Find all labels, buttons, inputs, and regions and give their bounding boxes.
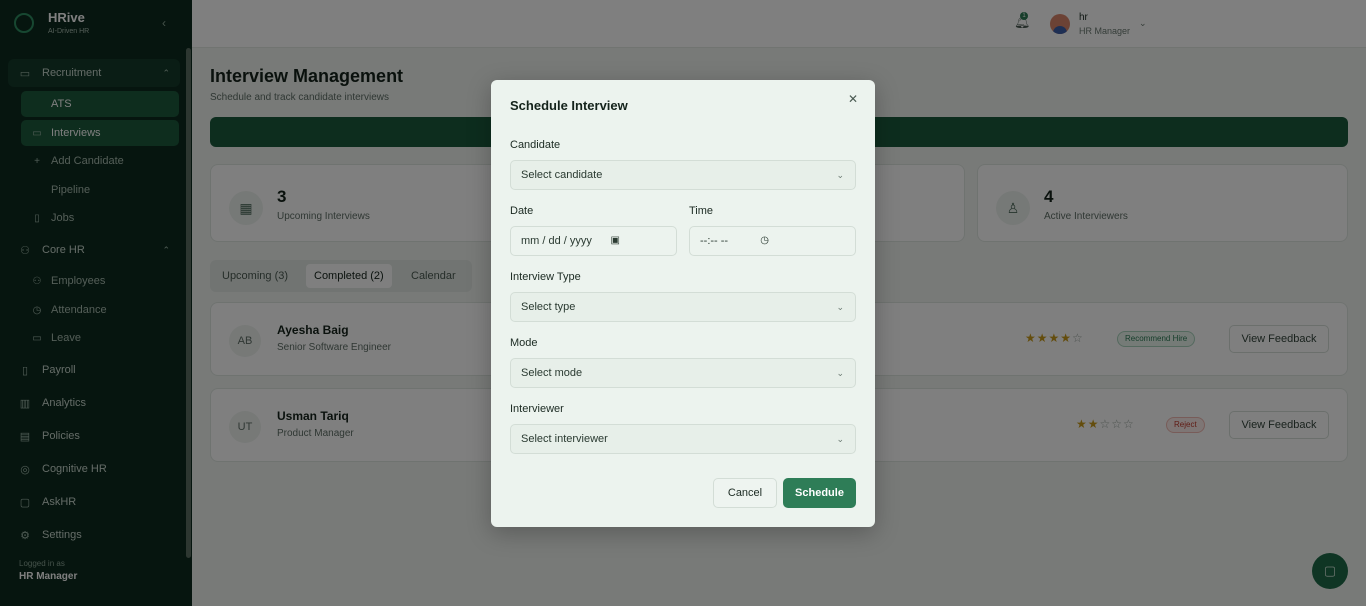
schedule-button[interactable]: Schedule: [783, 478, 856, 508]
close-icon[interactable]: ✕: [848, 92, 858, 106]
chevron-down-icon: ⌄: [836, 368, 844, 378]
dialog-title: Schedule Interview: [510, 98, 628, 113]
mode-select[interactable]: Select mode ⌄: [510, 358, 856, 388]
time-input-value: --:-- --: [700, 235, 729, 247]
interview-type-label: Interview Type: [510, 271, 581, 283]
interview-type-select[interactable]: Select type ⌄: [510, 292, 856, 322]
chevron-down-icon: ⌄: [836, 170, 844, 180]
time-label: Time: [689, 205, 714, 217]
interviewer-select[interactable]: Select interviewer ⌄: [510, 424, 856, 454]
candidate-select[interactable]: Select candidate ⌄: [510, 160, 856, 190]
interview-type-value: Select type: [521, 301, 576, 313]
mode-select-value: Select mode: [521, 367, 583, 379]
interviewer-select-value: Select interviewer: [521, 433, 608, 445]
time-input[interactable]: --:-- -- ◷: [689, 226, 856, 256]
chevron-down-icon: ⌄: [836, 302, 844, 312]
mode-label: Mode: [510, 337, 538, 349]
chevron-down-icon: ⌄: [836, 434, 844, 444]
interviewer-label: Interviewer: [510, 403, 564, 415]
cancel-button[interactable]: Cancel: [713, 478, 777, 508]
schedule-interview-dialog: Schedule Interview ✕ Candidate Select ca…: [491, 80, 875, 527]
candidate-select-value: Select candidate: [521, 169, 603, 181]
date-input-value: mm / dd / yyyy: [521, 235, 592, 247]
date-label: Date: [510, 205, 534, 217]
candidate-label: Candidate: [510, 139, 561, 151]
calendar-icon[interactable]: ▣: [611, 227, 620, 255]
clock-icon[interactable]: ◷: [760, 227, 769, 255]
date-input[interactable]: mm / dd / yyyy ▣: [510, 226, 677, 256]
